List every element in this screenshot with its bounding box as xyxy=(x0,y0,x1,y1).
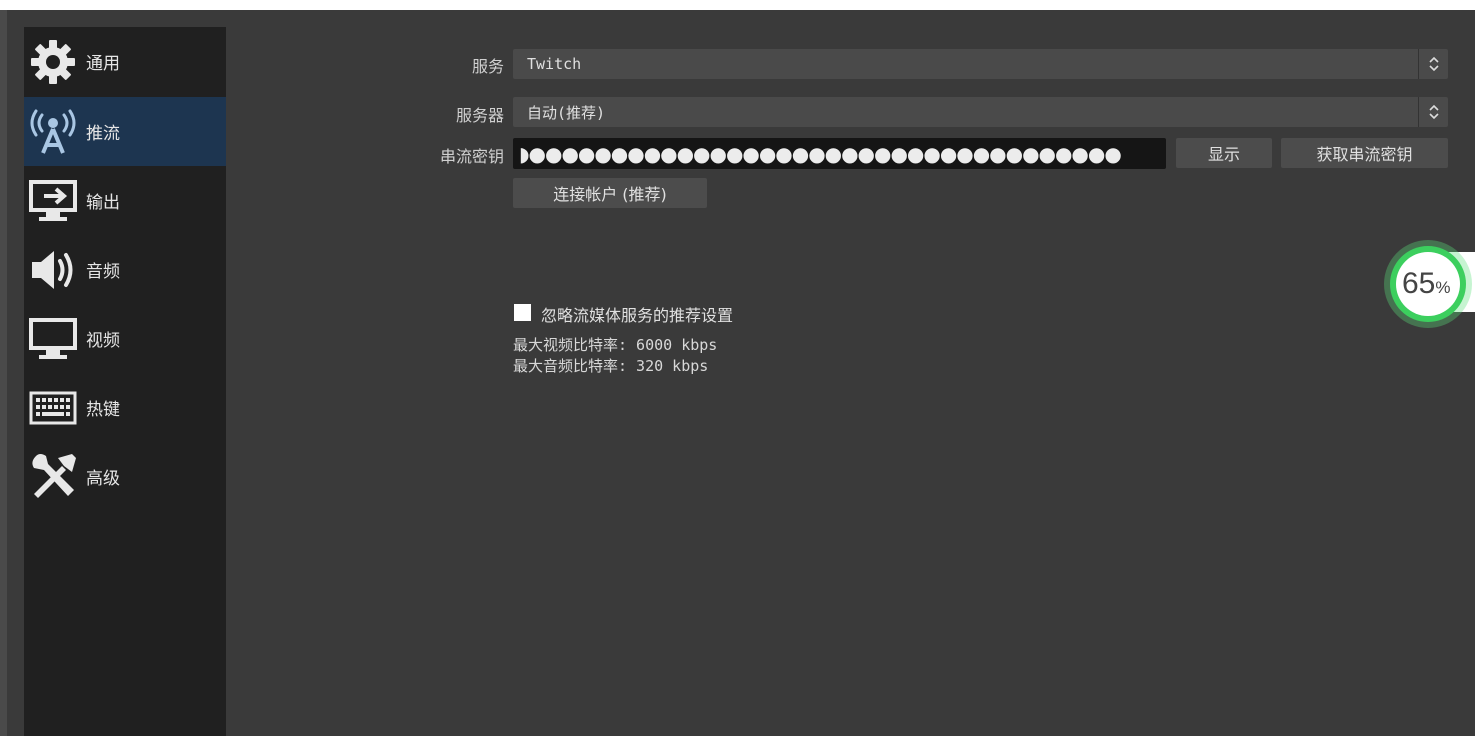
sidebar-item-label: 输出 xyxy=(86,193,120,213)
sidebar-item-hotkeys[interactable]: 热键 xyxy=(24,373,226,442)
max-video-bitrate: 最大视频比特率: 6000 kbps xyxy=(513,336,718,354)
server-value: 自动(推荐) xyxy=(527,103,606,122)
settings-sidebar: 通用 推流 输出 音频 视频 热键 高级 xyxy=(24,27,226,736)
ignore-recommendations-checkbox[interactable] xyxy=(514,304,531,321)
updown-chevron-icon xyxy=(1418,97,1448,127)
sidebar-item-advanced[interactable]: 高级 xyxy=(24,442,226,511)
updown-chevron-icon xyxy=(1418,49,1448,79)
sidebar-item-label: 音频 xyxy=(86,262,120,282)
server-select[interactable]: 自动(推荐) xyxy=(513,97,1448,127)
sidebar-item-video[interactable]: 视频 xyxy=(24,304,226,373)
left-edge-strip xyxy=(0,10,7,736)
service-value: Twitch xyxy=(527,55,582,73)
sidebar-item-label: 通用 xyxy=(86,54,120,74)
keyboard-icon xyxy=(28,383,78,433)
stream-key-label: 串流密钥 xyxy=(439,147,504,166)
progress-percent-value: 65 xyxy=(1402,267,1436,300)
gear-icon xyxy=(28,37,78,87)
progress-percent-sign: % xyxy=(1435,278,1451,297)
service-select[interactable]: Twitch xyxy=(513,49,1448,79)
output-icon xyxy=(28,176,78,226)
sidebar-item-label: 视频 xyxy=(86,331,120,351)
max-audio-bitrate: 最大音频比特率: 320 kbps xyxy=(513,357,709,375)
progress-badge[interactable]: 65% xyxy=(1380,230,1475,330)
get-stream-key-button[interactable]: 获取串流密钥 xyxy=(1281,138,1448,168)
sidebar-item-label: 高级 xyxy=(86,469,120,489)
stream-key-input[interactable]: ◗●●●●●●●●●●●●●●●●●●●●●●●●●●●●●●●●●●●● xyxy=(513,138,1166,169)
sidebar-item-label: 推流 xyxy=(86,124,120,144)
sidebar-item-audio[interactable]: 音频 xyxy=(24,235,226,304)
sidebar-item-label: 热键 xyxy=(86,400,120,420)
sidebar-top-gap xyxy=(24,10,226,27)
tools-icon xyxy=(28,452,78,502)
speaker-icon xyxy=(28,245,78,295)
left-edge xyxy=(0,10,24,736)
show-key-button[interactable]: 显示 xyxy=(1176,138,1272,168)
antenna-icon xyxy=(28,107,78,157)
monitor-icon xyxy=(28,314,78,364)
sidebar-item-output[interactable]: 输出 xyxy=(24,166,226,235)
connect-account-button[interactable]: 连接帐户 (推荐) xyxy=(513,178,707,208)
sidebar-item-general[interactable]: 通用 xyxy=(24,27,226,96)
ignore-recommendations-label: 忽略流媒体服务的推荐设置 xyxy=(541,306,734,325)
window-top-edge xyxy=(0,0,1475,10)
sidebar-item-stream[interactable]: 推流 xyxy=(24,97,226,166)
server-label: 服务器 xyxy=(455,106,504,125)
service-label: 服务 xyxy=(471,57,504,76)
